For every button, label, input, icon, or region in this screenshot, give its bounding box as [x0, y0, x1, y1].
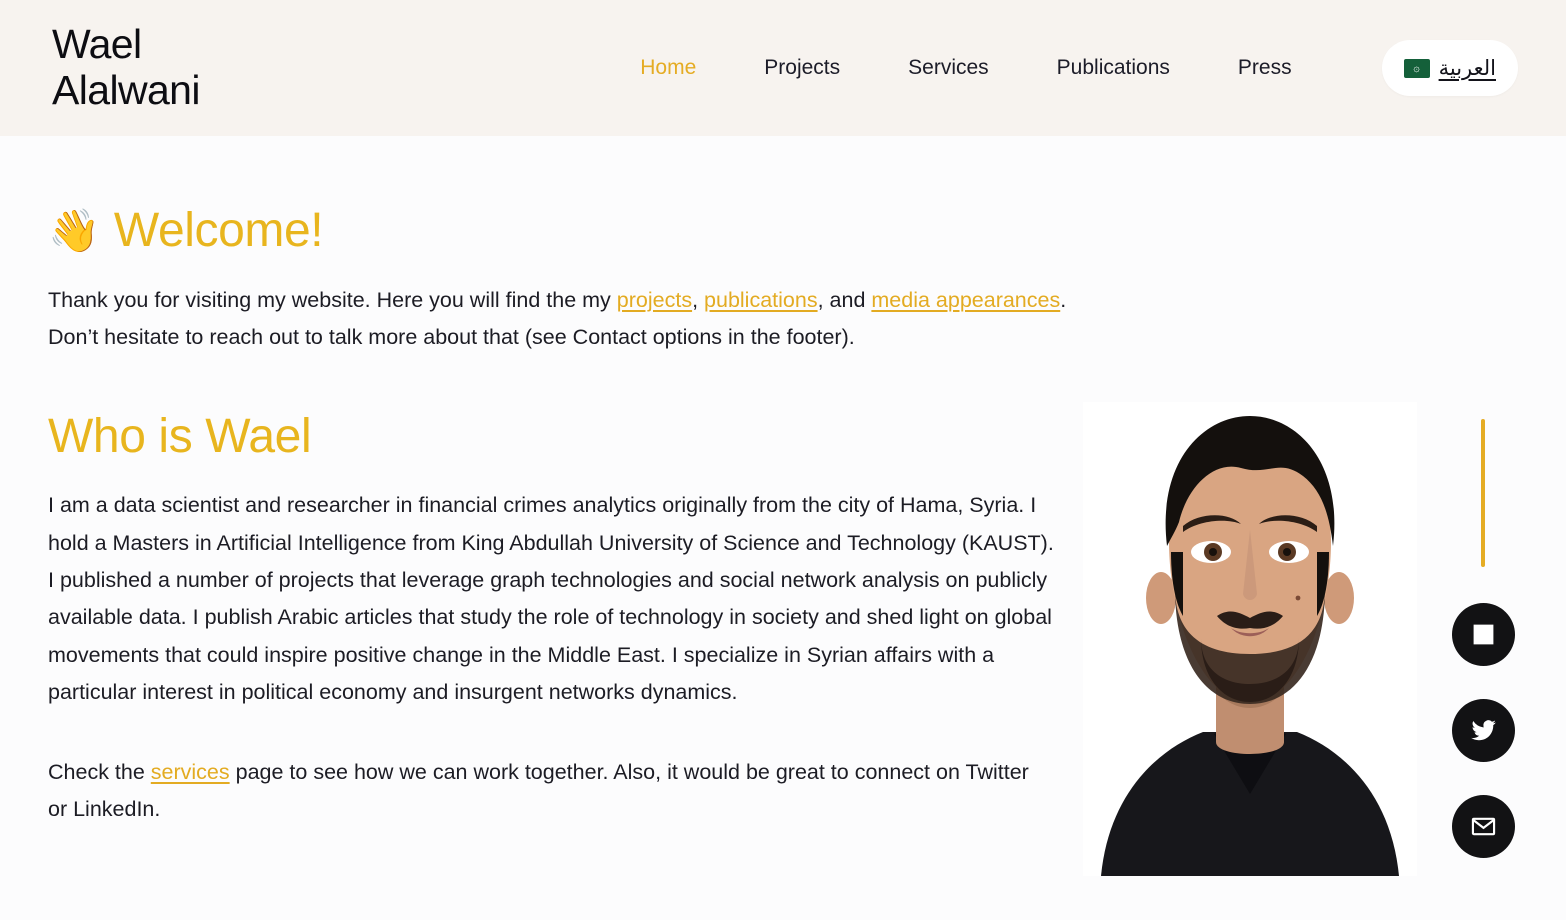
nav-item-publications[interactable]: Publications: [1023, 56, 1204, 80]
nav-item-press[interactable]: Press: [1204, 56, 1326, 80]
twitter-icon: [1470, 717, 1497, 744]
link-publications[interactable]: publications: [704, 288, 818, 312]
closing-text-part-1: Check the: [48, 759, 151, 784]
text-column: 👋 Welcome! Thank you for visiting my web…: [48, 202, 1084, 828]
link-media-appearances[interactable]: media appearances: [871, 288, 1060, 312]
site-logo[interactable]: Wael Alalwani: [52, 21, 200, 114]
nav-item-home[interactable]: Home: [606, 56, 730, 80]
linkedin-icon: [1470, 621, 1497, 648]
intro-text-part-1: Thank you for visiting my website. Here …: [48, 287, 617, 312]
bio-paragraph: I am a data scientist and researcher in …: [48, 493, 1054, 705]
intro-separator-1: ,: [692, 287, 705, 312]
welcome-title: Welcome!: [113, 204, 324, 257]
email-icon: [1470, 813, 1497, 840]
language-switch-button[interactable]: ۞ العربية: [1381, 40, 1518, 96]
saudi-arabia-flag-icon: ۞: [1403, 58, 1430, 78]
portrait-photo: [1083, 402, 1417, 876]
waving-hand-emoji: 👋: [48, 206, 100, 254]
closing-paragraph: Check the services page to see how we ca…: [48, 754, 1048, 828]
nav-item-services[interactable]: Services: [874, 56, 1023, 80]
intro-paragraph: Thank you for visiting my website. Here …: [48, 282, 1082, 356]
email-button[interactable]: [1451, 795, 1515, 858]
nav-item-projects[interactable]: Projects: [730, 56, 874, 80]
linkedin-button[interactable]: [1451, 603, 1515, 666]
page-content: 👋 Welcome! Thank you for visiting my web…: [0, 136, 1566, 920]
main-navigation: Home Projects Services Publications Pres…: [606, 40, 1518, 96]
link-projects[interactable]: projects: [617, 288, 692, 312]
intro-separator-2: , and: [817, 287, 872, 312]
link-services[interactable]: services: [151, 760, 230, 784]
language-switch-label: العربية: [1438, 56, 1496, 80]
accent-divider-line: [1481, 419, 1485, 567]
who-is-wael-heading: Who is Wael: [48, 409, 312, 463]
site-header: Wael Alalwani Home Projects Services Pub…: [0, 0, 1566, 136]
twitter-button[interactable]: [1451, 699, 1515, 762]
social-rail: [1444, 419, 1522, 858]
welcome-heading: 👋 Welcome!: [48, 202, 1084, 260]
portrait-illustration: [1083, 402, 1417, 876]
